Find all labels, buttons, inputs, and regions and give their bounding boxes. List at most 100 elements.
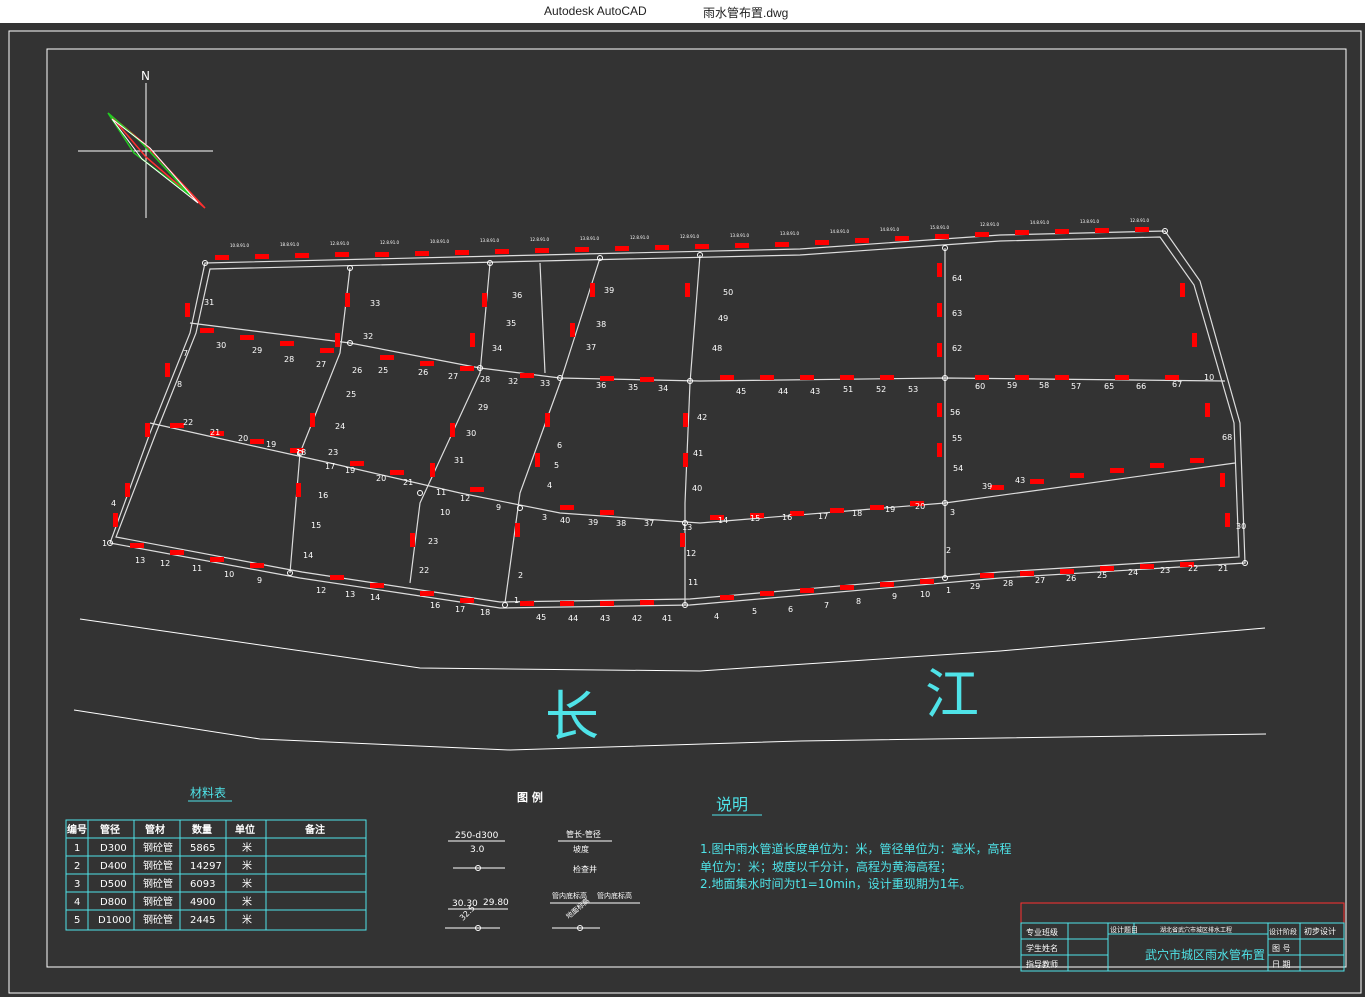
svg-text:57: 57: [1071, 382, 1081, 391]
window-titlebar: Autodesk AutoCAD 雨水管布置.dwg: [0, 0, 1365, 23]
table-cell: 钢砼管: [143, 895, 173, 908]
legend-item1-bottom: 3.0: [470, 845, 485, 855]
svg-text:44: 44: [778, 387, 788, 396]
table-cell: 6093: [190, 879, 215, 890]
svg-text:15: 15: [750, 514, 760, 523]
svg-text:19: 19: [266, 440, 276, 449]
svg-text:22: 22: [419, 566, 429, 575]
road-network: [109, 230, 1246, 609]
svg-text:13.8.91.0: 13.8.91.0: [480, 238, 500, 243]
table-cell: 4900: [190, 897, 215, 908]
svg-text:14: 14: [718, 516, 728, 525]
svg-text:42: 42: [697, 413, 707, 422]
svg-text:28: 28: [284, 355, 294, 364]
svg-text:53: 53: [908, 385, 918, 394]
svg-text:20: 20: [238, 434, 248, 443]
manholes: [107, 228, 1248, 608]
drawing-canvas[interactable]: N 13 12 11 10 9 12 13 14 16 17 18 45 44 …: [0, 23, 1365, 997]
svg-text:12.8.91.0: 12.8.91.0: [680, 234, 700, 239]
svg-text:12.8.91.0: 12.8.91.0: [630, 235, 650, 240]
svg-text:17: 17: [325, 462, 335, 471]
svg-text:43: 43: [810, 387, 820, 396]
svg-text:10: 10: [920, 590, 930, 599]
table-header: 单位: [235, 823, 255, 836]
svg-text:38: 38: [616, 519, 626, 528]
svg-text:10.8.91.0: 10.8.91.0: [430, 239, 450, 244]
svg-text:39: 39: [982, 482, 992, 491]
app-name: Autodesk AutoCAD: [544, 4, 647, 18]
svg-text:34: 34: [492, 344, 502, 353]
svg-text:60: 60: [975, 382, 985, 391]
svg-text:13: 13: [135, 556, 145, 565]
svg-text:31: 31: [454, 456, 464, 465]
svg-text:38: 38: [596, 320, 606, 329]
svg-text:1: 1: [514, 596, 519, 605]
svg-text:55: 55: [952, 434, 962, 443]
svg-text:1: 1: [946, 586, 951, 595]
river-char-1: 长: [545, 685, 599, 748]
svg-text:39: 39: [604, 286, 614, 295]
svg-text:3: 3: [950, 508, 955, 517]
legend-item3-desc-right: 管内底标高: [597, 891, 632, 900]
svg-text:6: 6: [788, 605, 793, 614]
table-cell: 3: [74, 879, 80, 890]
svg-text:13.8.91.0: 13.8.91.0: [780, 231, 800, 236]
svg-text:12.8.91.0: 12.8.91.0: [980, 222, 1000, 227]
svg-text:6: 6: [557, 441, 562, 450]
svg-text:51: 51: [843, 385, 853, 394]
document-name: 雨水管布置.dwg: [703, 6, 789, 20]
svg-text:18.8.91.0: 18.8.91.0: [280, 242, 300, 247]
legend: 图 例 250-d300 3.0 管长-管径 坡度 检查井 30.30 29.8…: [445, 790, 640, 931]
svg-text:35: 35: [506, 319, 516, 328]
svg-text:45: 45: [736, 387, 746, 396]
svg-text:13.8.91.0: 13.8.91.0: [1080, 219, 1100, 224]
table-cell: 米: [242, 913, 252, 926]
svg-text:26: 26: [418, 368, 428, 377]
svg-text:29: 29: [970, 582, 980, 591]
stage-label: 设计阶段: [1269, 927, 1297, 936]
svg-text:52: 52: [876, 385, 886, 394]
svg-text:32: 32: [363, 332, 373, 341]
design-topic: 湖北省武穴市城区排水工程: [1160, 926, 1232, 934]
table-cell: D800: [100, 897, 127, 908]
table-header: 备注: [304, 823, 325, 836]
design-topic-label: 设计题目: [1110, 925, 1138, 934]
svg-text:28: 28: [480, 375, 490, 384]
table-cell: 钢砼管: [143, 841, 173, 854]
svg-text:68: 68: [1222, 433, 1232, 442]
svg-text:19: 19: [345, 466, 355, 475]
table-cell: D500: [100, 879, 127, 890]
svg-text:9: 9: [496, 503, 501, 512]
svg-text:23: 23: [1160, 566, 1170, 575]
svg-text:16: 16: [430, 601, 440, 610]
svg-text:40: 40: [560, 516, 570, 525]
legend-title: 图 例: [517, 790, 543, 804]
legend-item1-top: 250-d300: [455, 831, 499, 841]
table-cell: 米: [242, 877, 252, 890]
svg-text:59: 59: [1007, 381, 1017, 390]
svg-text:3: 3: [542, 513, 547, 522]
drawing-no-label: 图 号: [1272, 944, 1291, 953]
notes-title: 说明: [716, 795, 748, 814]
table-cell: 钢砼管: [143, 877, 173, 890]
svg-text:10.8.91.0: 10.8.91.0: [230, 243, 250, 248]
svg-text:7: 7: [183, 349, 188, 358]
svg-text:24: 24: [1128, 568, 1138, 577]
north-arrow: N: [78, 69, 213, 218]
svg-text:32: 32: [508, 377, 518, 386]
svg-text:25: 25: [378, 366, 388, 375]
svg-text:13.8.91.0: 13.8.91.0: [580, 236, 600, 241]
drawing-svg[interactable]: N 13 1211109 12 13 1416 17 18 45 44 43 4…: [0, 23, 1365, 997]
svg-text:26: 26: [1066, 574, 1076, 583]
svg-text:12.8.91.0: 12.8.91.0: [1130, 218, 1150, 223]
svg-text:4: 4: [714, 612, 719, 621]
svg-text:21: 21: [403, 478, 413, 487]
node-numbers: 13 1211109 12 13 1416 17 18 45 44 43 42 41 45 6 7 89…: [102, 274, 1246, 623]
table-cell: 1: [74, 843, 80, 854]
svg-text:1: 1: [102, 539, 107, 548]
north-label: N: [141, 69, 150, 83]
table-cell: 米: [242, 841, 252, 854]
pipe-annotations: 10.8.91.0 18.8.91.0 12.8.91.0 12.8.91.0 10.8…: [230, 218, 1150, 248]
svg-text:13: 13: [682, 523, 692, 532]
svg-text:11: 11: [192, 564, 202, 573]
